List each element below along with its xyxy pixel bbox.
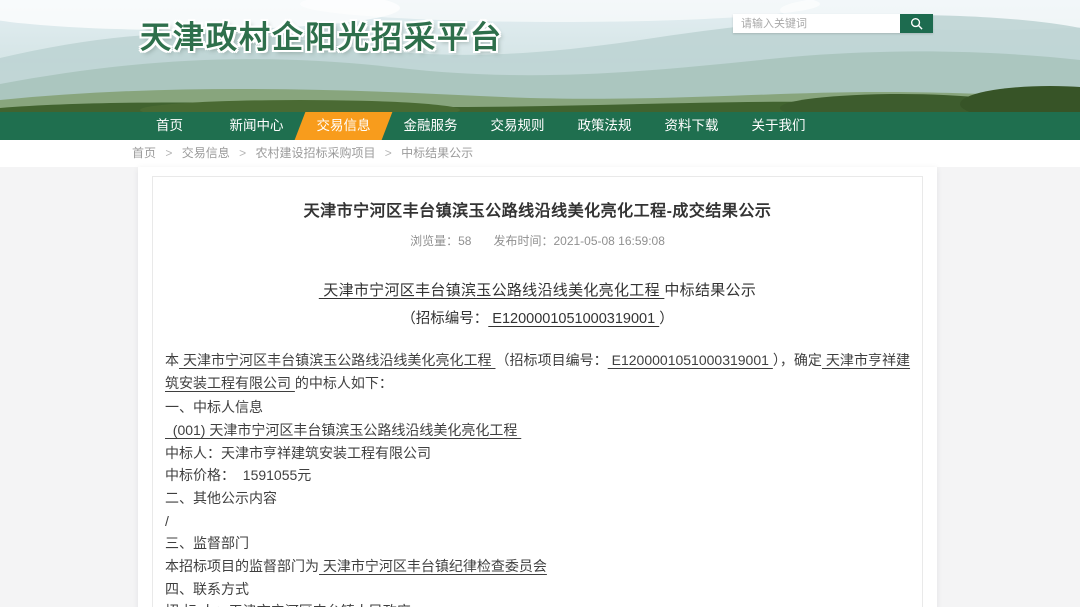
price-label: 中标价格： — [165, 467, 243, 483]
tenderer-name: 天津市宁河区丰台镇人民政府 — [229, 603, 411, 607]
section1-heading: 一、中标人信息 — [165, 396, 910, 419]
notice-project-name: 天津市宁河区丰台镇滨玉公路线沿线美化亮化工程 — [319, 282, 665, 299]
site-search — [733, 14, 933, 33]
nav-item-home[interactable]: 首页 — [126, 112, 213, 140]
breadcrumb: 首页 > 交易信息 > 农村建设招标采购项目 > 中标结果公示 — [0, 140, 1080, 167]
article-body: 一、中标人信息 (001) 天津市宁河区丰台镇滨玉公路线沿线美化亮化工程 中标人… — [165, 396, 910, 607]
tender-number: E1200001051000319001 — [488, 311, 659, 327]
breadcrumb-item-home[interactable]: 首页 — [132, 146, 156, 160]
nav-item-trade-rules[interactable]: 交易规则 — [474, 112, 561, 140]
breadcrumb-separator: > — [239, 146, 246, 160]
breadcrumb-separator: > — [385, 146, 392, 160]
winner-line: 中标人：天津市亨祥建筑安装工程有限公司 — [165, 442, 910, 465]
tender-number-line: （招标编号： E1200001051000319001 ） — [165, 307, 910, 328]
section2-heading: 二、其他公示内容 — [165, 487, 910, 510]
publish-label: 发布时间： — [493, 234, 553, 248]
notice-heading: 天津市宁河区丰台镇滨玉公路线沿线美化亮化工程 中标结果公示 — [165, 279, 910, 300]
breadcrumb-row: 首页 > 交易信息 > 农村建设招标采购项目 > 中标结果公示 — [0, 140, 1080, 167]
nav-label: 交易信息 — [300, 112, 387, 140]
main-nav: 首页 新闻中心 交易信息 金融服务 交易规则 政策法规 资料下载 关于我们 — [0, 112, 1080, 140]
price-value: 1591055元 — [243, 467, 312, 483]
breadcrumb-item-trade-info[interactable]: 交易信息 — [182, 146, 230, 160]
nav-list: 首页 新闻中心 交易信息 金融服务 交易规则 政策法规 资料下载 关于我们 — [126, 112, 1080, 140]
lot-line: (001) 天津市宁河区丰台镇滨玉公路线沿线美化亮化工程 — [165, 419, 910, 442]
supervisor-name: 天津市宁河区丰台镇纪律检查委员会 — [319, 558, 547, 574]
article-meta: 浏览量：58 发布时间：2021-05-08 16:59:08 — [165, 232, 910, 249]
section3-heading: 三、监督部门 — [165, 532, 910, 555]
lot-project-name: (001) 天津市宁河区丰台镇滨玉公路线沿线美化亮化工程 — [165, 422, 521, 438]
intro-prefix: 本 — [165, 352, 179, 368]
intro-suffix: 的中标人如下： — [295, 375, 393, 391]
nav-label: 交易规则 — [491, 118, 545, 133]
breadcrumb-separator: > — [165, 146, 172, 160]
site-logo-title[interactable]: 天津政村企阳光招采平台 — [140, 12, 503, 57]
intro-project-name: 天津市宁河区丰台镇滨玉公路线沿线美化亮化工程 — [179, 352, 495, 368]
section4-heading: 四、联系方式 — [165, 578, 910, 601]
nav-item-news[interactable]: 新闻中心 — [213, 112, 300, 140]
intro-mid2: ），确定 — [773, 352, 822, 368]
tenderer-label: 招 标 人： — [165, 603, 229, 607]
tenderer-line: 招 标 人：天津市宁河区丰台镇人民政府 — [165, 600, 910, 607]
nav-label: 新闻中心 — [230, 118, 284, 133]
section2-content: / — [165, 510, 910, 533]
views-label: 浏览量： — [410, 234, 458, 248]
price-line: 中标价格： 1591055元 — [165, 464, 910, 487]
nav-label: 金融服务 — [404, 118, 458, 133]
breadcrumb-item-current: 中标结果公示 — [401, 146, 473, 160]
search-icon — [910, 17, 923, 30]
article-title: 天津市宁河区丰台镇滨玉公路线沿线美化亮化工程-成交结果公示 — [165, 197, 910, 221]
nav-item-finance[interactable]: 金融服务 — [387, 112, 474, 140]
nav-item-downloads[interactable]: 资料下载 — [648, 112, 735, 140]
intro-mid1: （招标项目编号： — [495, 352, 607, 368]
views-count: 58 — [458, 234, 471, 248]
search-button[interactable] — [900, 14, 933, 33]
supervisor-prefix: 本招标项目的监督部门为 — [165, 558, 319, 574]
nav-item-trade-info[interactable]: 交易信息 — [295, 112, 393, 140]
nav-label: 首页 — [156, 118, 183, 133]
breadcrumb-item-rural-projects[interactable]: 农村建设招标采购项目 — [255, 146, 375, 160]
search-input[interactable] — [733, 14, 900, 33]
nav-item-about[interactable]: 关于我们 — [735, 112, 822, 140]
nav-label: 关于我们 — [752, 118, 806, 133]
nav-label: 政策法规 — [578, 118, 632, 133]
intro-project-number: E1200001051000319001 — [608, 352, 773, 368]
notice-heading-suffix: 中标结果公示 — [664, 282, 756, 299]
content-card: 天津市宁河区丰台镇滨玉公路线沿线美化亮化工程-成交结果公示 浏览量：58 发布时间… — [138, 167, 937, 607]
supervisor-line: 本招标项目的监督部门为 天津市宁河区丰台镇纪律检查委员会 — [165, 555, 910, 578]
tender-number-label: （招标编号： — [401, 311, 488, 327]
nav-label: 资料下载 — [665, 118, 719, 133]
intro-paragraph: 本 天津市宁河区丰台镇滨玉公路线沿线美化亮化工程 （招标项目编号： E12000… — [165, 349, 910, 394]
header-banner: 天津政村企阳光招采平台 — [0, 0, 1080, 112]
winner-name: 天津市亨祥建筑安装工程有限公司 — [221, 445, 431, 461]
winner-label: 中标人： — [165, 445, 221, 461]
publish-time: 2021-05-08 16:59:08 — [553, 234, 664, 248]
article-panel: 天津市宁河区丰台镇滨玉公路线沿线美化亮化工程-成交结果公示 浏览量：58 发布时间… — [152, 176, 923, 607]
nav-item-policies[interactable]: 政策法规 — [561, 112, 648, 140]
tender-number-close: ） — [659, 311, 674, 327]
